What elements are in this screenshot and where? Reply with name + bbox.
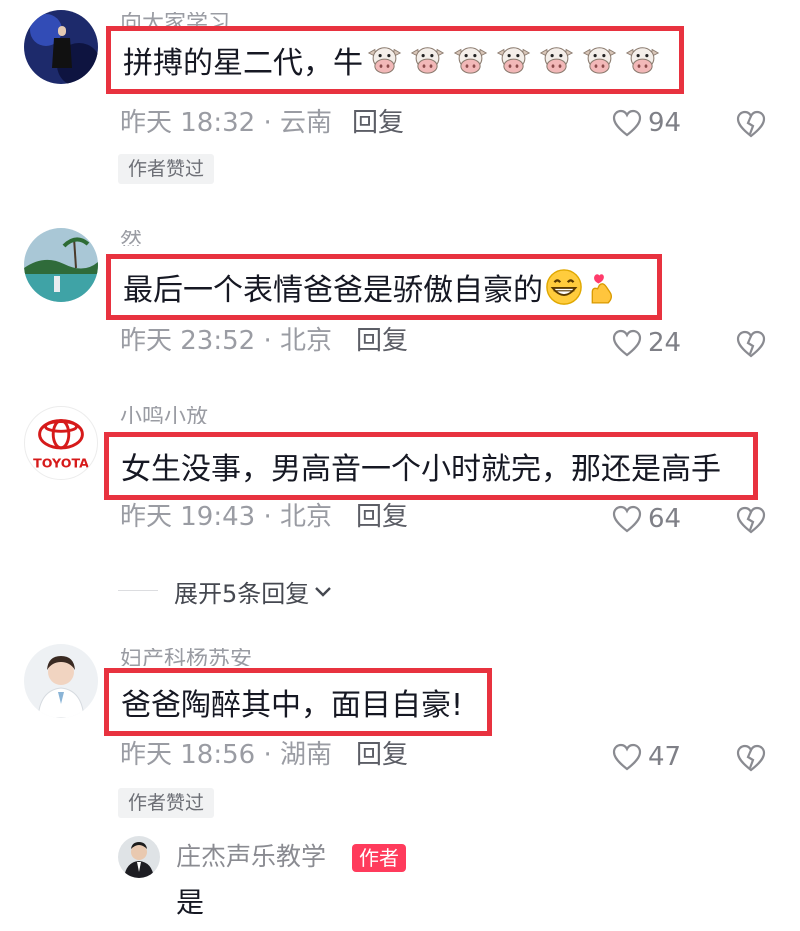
broken-heart-icon[interactable] (736, 506, 766, 534)
reply-button[interactable]: 回复 (356, 740, 408, 770)
comment-text-highlight: 拼搏的星二代，牛 (106, 26, 684, 94)
heart-icon (612, 329, 642, 357)
author-avatar[interactable] (118, 836, 160, 878)
reply-button[interactable]: 回复 (356, 502, 408, 532)
comment-text-highlight: 女生没事，男高音一个小时就完，那还是高手 (104, 432, 758, 500)
like-button[interactable]: 24 (612, 328, 681, 358)
heart-icon (612, 505, 642, 533)
finger-heart-emoji (591, 274, 613, 304)
cow-face-emoji (496, 47, 531, 74)
heart-icon (612, 109, 642, 137)
like-count: 94 (648, 108, 682, 138)
comment-meta: 昨天 18:32 · 云南 (120, 108, 332, 138)
comment-username[interactable]: 小鸣小放 (120, 406, 208, 424)
expand-replies-button[interactable]: 展开5条回复 (174, 574, 333, 609)
cow-face-emoji (410, 47, 445, 74)
comment-text-highlight: 爸爸陶醉其中，面目自豪! (104, 668, 492, 736)
avatar[interactable] (24, 10, 98, 84)
avatar[interactable]: TOYOTA (24, 406, 98, 480)
grin-emoji (546, 269, 582, 305)
like-button[interactable]: 47 (612, 742, 681, 772)
avatar[interactable] (24, 644, 98, 718)
comment-username[interactable]: 妇产科杨苏安 (120, 648, 252, 666)
comment-text: 最后一个表情爸爸是骄傲自豪的 (123, 273, 543, 308)
like-count: 64 (648, 504, 682, 534)
broken-heart-icon[interactable] (736, 744, 766, 772)
expand-replies-label: 展开5条回复 (174, 580, 310, 608)
expand-divider (118, 590, 158, 591)
chevron-down-icon (315, 586, 332, 597)
broken-heart-icon[interactable] (736, 110, 766, 138)
comment-username[interactable]: 然 (120, 230, 142, 246)
like-count: 24 (648, 328, 682, 358)
comment-text-highlight: 最后一个表情爸爸是骄傲自豪的 (106, 254, 662, 320)
author-reply-username[interactable]: 庄杰声乐教学 (176, 842, 326, 872)
reply-button[interactable]: 回复 (352, 108, 404, 138)
cow-face-emoji (367, 47, 402, 74)
like-button[interactable]: 94 (612, 108, 681, 138)
cow-face-emoji (453, 47, 488, 74)
comment-text: 拼搏的星二代，牛 (123, 46, 363, 81)
avatar-logo-text: TOYOTA (33, 455, 89, 470)
like-count: 47 (648, 742, 682, 772)
cow-emoji-row (367, 44, 660, 76)
comment-meta: 昨天 18:56 · 湖南 (120, 740, 332, 770)
avatar[interactable] (24, 228, 98, 302)
author-reply-text: 是 (176, 886, 205, 919)
comment-meta: 昨天 23:52 · 北京 (120, 326, 332, 356)
reply-button[interactable]: 回复 (356, 326, 408, 356)
cow-face-emoji (625, 47, 660, 74)
author-liked-badge: 作者赞过 (118, 788, 215, 818)
like-button[interactable]: 64 (612, 504, 681, 534)
comment-text: 爸爸陶醉其中，面目自豪! (121, 688, 464, 723)
cow-face-emoji (539, 47, 574, 74)
author-tag-badge: 作者 (352, 844, 406, 872)
cow-face-emoji (582, 47, 617, 74)
comment-text: 女生没事，男高音一个小时就完，那还是高手 (121, 452, 721, 487)
heart-icon (612, 743, 642, 771)
comment-meta: 昨天 19:43 · 北京 (120, 502, 332, 532)
broken-heart-icon[interactable] (736, 330, 766, 358)
author-liked-badge: 作者赞过 (118, 154, 215, 184)
